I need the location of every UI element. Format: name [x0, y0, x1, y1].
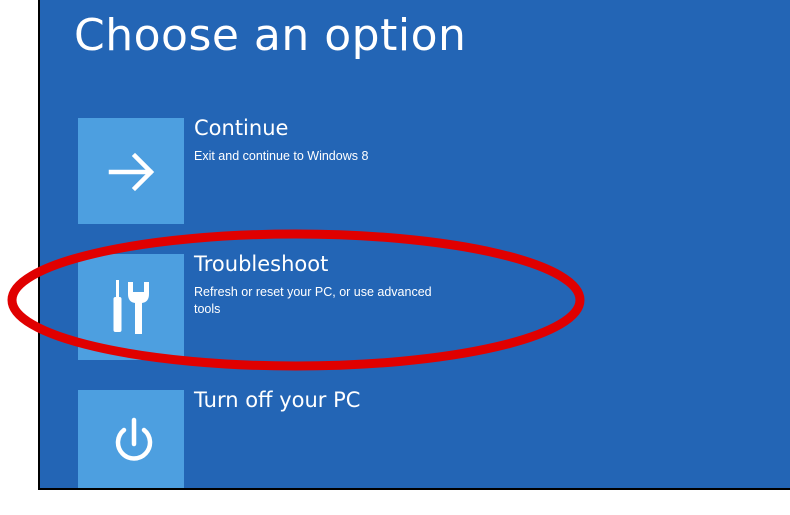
- arrow-right-icon: [108, 152, 155, 192]
- option-continue[interactable]: Continue Exit and continue to Windows 8: [78, 116, 498, 226]
- option-continue-description: Exit and continue to Windows 8: [194, 149, 369, 163]
- option-turn-off[interactable]: Turn off your PC: [78, 388, 498, 488]
- option-troubleshoot-title: Troubleshoot: [194, 252, 329, 276]
- option-troubleshoot-description: Refresh or reset your PC, or use advance…: [194, 285, 432, 316]
- option-troubleshoot[interactable]: Troubleshoot Refresh or reset your PC, o…: [78, 252, 498, 362]
- page-title: Choose an option: [74, 10, 467, 61]
- power-icon: [115, 417, 153, 461]
- option-turn-off-title: Turn off your PC: [194, 388, 361, 412]
- option-turn-off-tile[interactable]: [78, 390, 184, 488]
- option-continue-tile[interactable]: [78, 118, 184, 224]
- tools-icon: [113, 280, 149, 334]
- recovery-screen: Choose an option Continue Exit and conti…: [40, 0, 790, 488]
- option-continue-title: Continue: [194, 116, 289, 140]
- option-troubleshoot-tile[interactable]: [78, 254, 184, 360]
- screenshot-border-bottom: [38, 488, 790, 490]
